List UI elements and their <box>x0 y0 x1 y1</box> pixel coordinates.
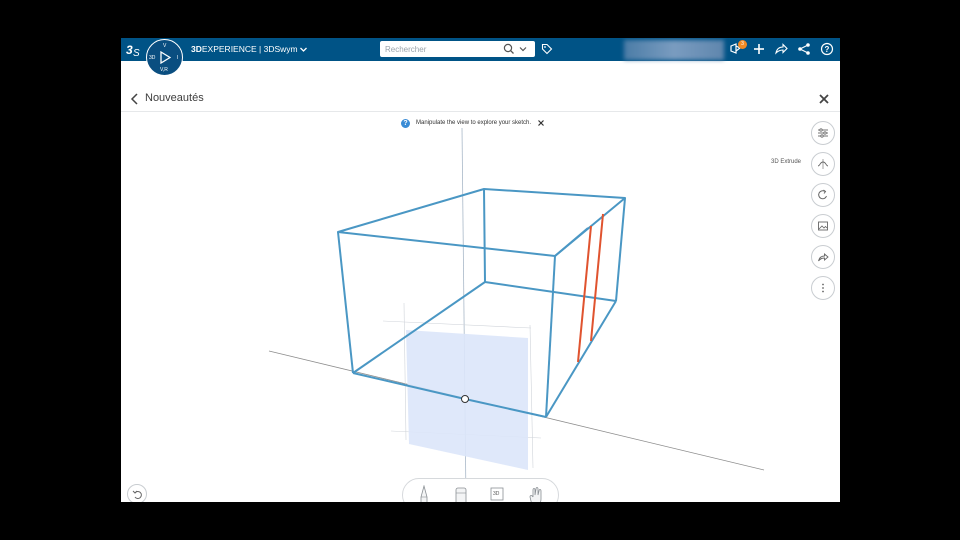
pen-icon[interactable] <box>415 485 433 502</box>
svg-text:3: 3 <box>126 43 133 57</box>
more-tool-button[interactable] <box>811 276 835 300</box>
hint-banner: ? Manipulate the view to explore your sk… <box>401 117 545 129</box>
guide-line <box>529 324 534 469</box>
sliders-icon <box>818 128 828 138</box>
network-icon[interactable] <box>797 42 811 56</box>
search-icon[interactable] <box>502 43 516 55</box>
compass-icon[interactable]: V 3D I V,R <box>146 39 183 76</box>
top-bar: 3 S V 3D I V,R 3DEXPERIENCE | 3DSwym Rec… <box>121 38 840 76</box>
image-icon <box>818 221 828 231</box>
plus-icon[interactable] <box>752 42 766 56</box>
tag-icon[interactable] <box>541 43 553 55</box>
hint-text: Manipulate the view to explore your sket… <box>416 120 532 126</box>
chevron-down-icon[interactable] <box>299 45 308 54</box>
undo-button[interactable] <box>127 484 147 502</box>
image-tool-button[interactable] <box>811 214 835 238</box>
3ds-logo-icon[interactable]: 3 S <box>125 41 143 58</box>
svg-text:?: ? <box>825 45 830 54</box>
extrude-label: 3D Extrude <box>771 159 802 165</box>
export-icon <box>818 253 829 262</box>
view3d-label: 3D <box>493 491 500 497</box>
extrude-icon <box>817 159 829 169</box>
page-title: Nouveautés <box>145 92 204 104</box>
info-icon: ? <box>401 118 410 128</box>
close-icon[interactable] <box>817 92 831 106</box>
close-icon[interactable] <box>537 119 545 127</box>
rotate-icon <box>818 189 827 200</box>
back-icon[interactable] <box>129 92 141 106</box>
app-window: 3 S V 3D I V,R 3DEXPERIENCE | 3DSwym Rec… <box>121 38 840 502</box>
svg-text:S: S <box>133 48 140 58</box>
play-icon <box>160 51 171 64</box>
share-icon[interactable] <box>774 42 788 56</box>
hand-icon[interactable] <box>527 485 545 502</box>
page-header: Nouveautés <box>121 86 840 112</box>
eraser-icon[interactable] <box>452 485 470 502</box>
origin-handle[interactable] <box>461 395 469 403</box>
user-profile[interactable] <box>624 40 724 60</box>
compass-label-bottom: V,R <box>160 67 168 73</box>
extrude-tool-button[interactable] <box>811 152 835 176</box>
more-icon <box>822 283 824 293</box>
guide-line <box>403 302 407 441</box>
drawing-toolbar: 3D <box>402 478 559 502</box>
brand-bold: 3D <box>191 44 202 54</box>
rotate-tool-button[interactable] <box>811 183 835 207</box>
compass-label-right: I <box>177 55 179 61</box>
undo-icon <box>132 490 142 499</box>
guide-line <box>382 320 532 329</box>
app-brand[interactable]: 3DEXPERIENCE | 3DSwym <box>191 44 298 54</box>
compass-label-left: 3D <box>149 55 156 61</box>
settings-tool-button[interactable] <box>811 121 835 145</box>
sketch-red-strokes[interactable] <box>577 213 604 363</box>
view3d-tool[interactable]: 3D <box>485 485 509 502</box>
search-box <box>380 41 535 57</box>
search-input[interactable] <box>380 41 498 57</box>
help-icon[interactable]: ? <box>820 42 834 56</box>
export-tool-button[interactable] <box>811 245 835 269</box>
notification-badge: 3 <box>738 40 747 49</box>
compass-label-top: V <box>163 43 167 49</box>
chevron-down-icon[interactable] <box>518 44 528 54</box>
brand-rest: EXPERIENCE | 3DSwym <box>201 44 298 54</box>
